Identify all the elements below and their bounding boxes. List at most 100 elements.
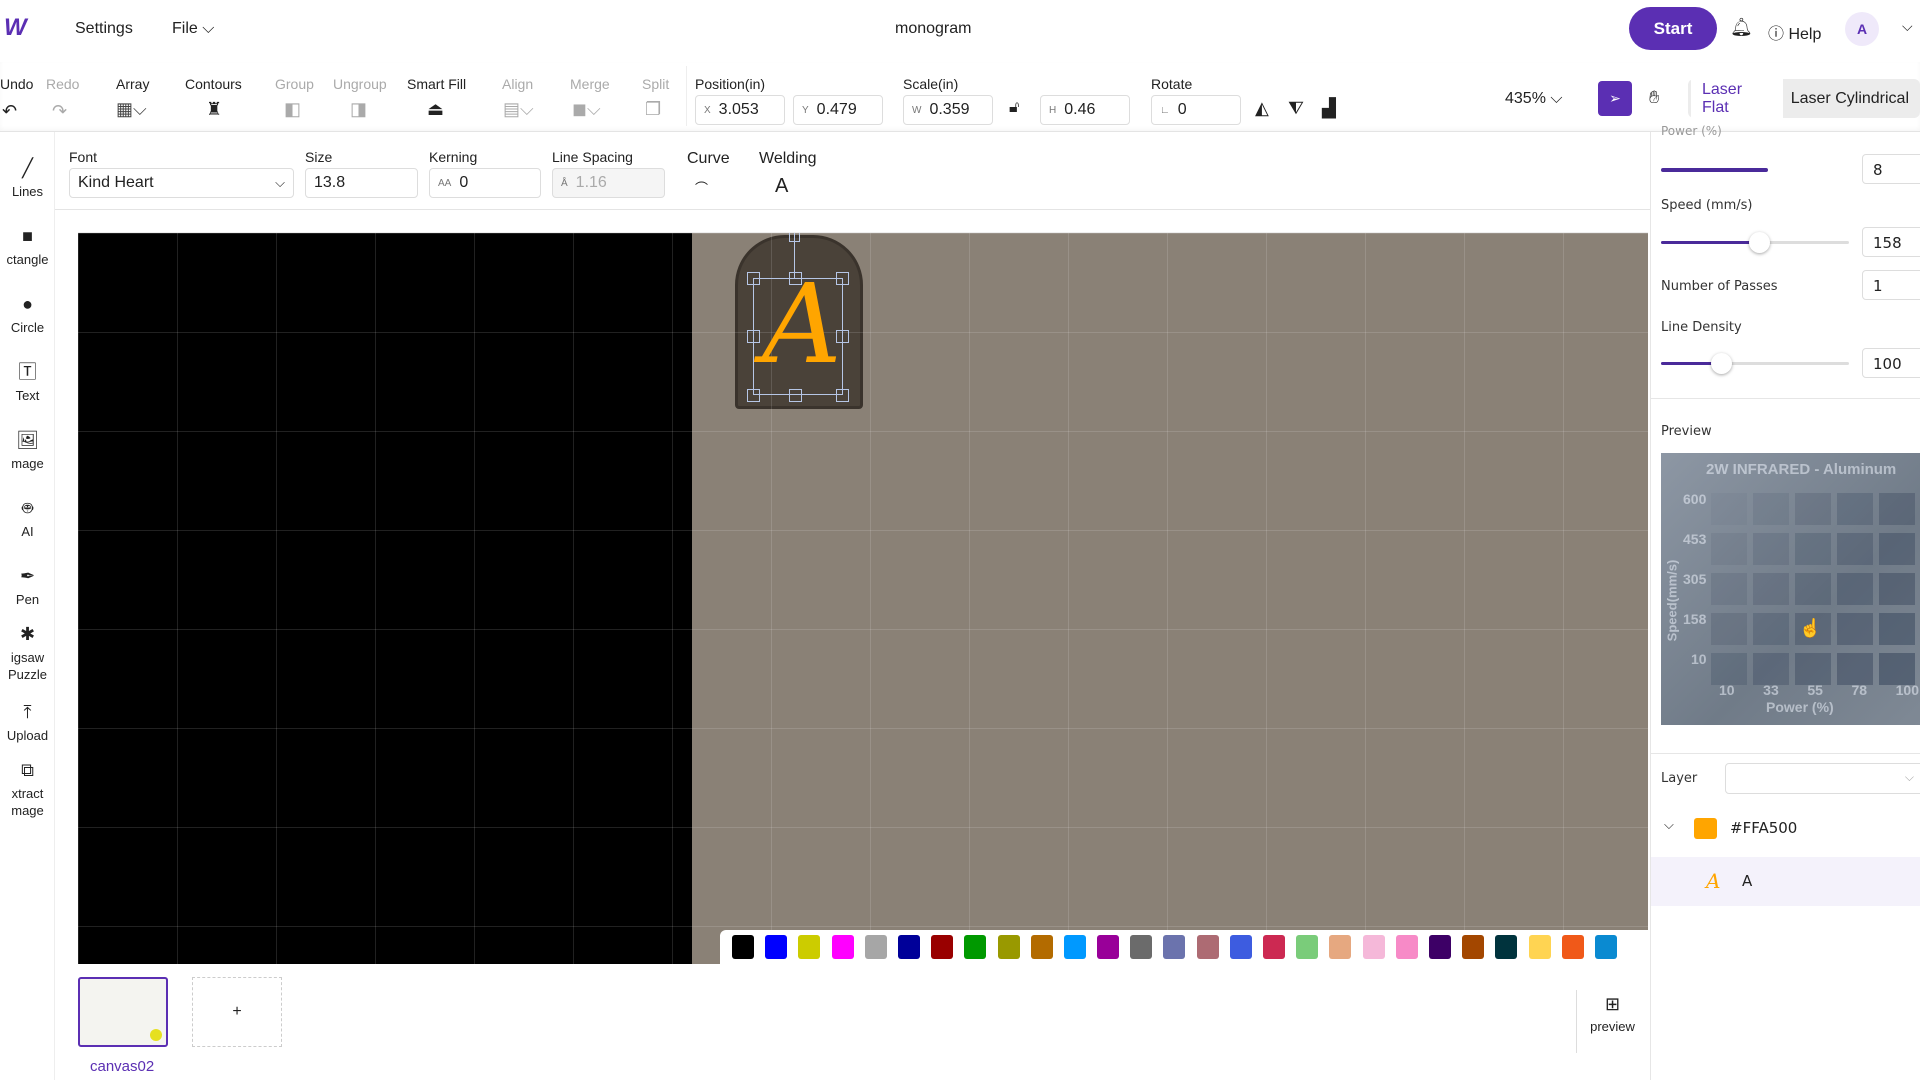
hand-icon[interactable]: ✋︎ — [1649, 88, 1659, 106]
resize-handle[interactable] — [836, 330, 849, 343]
settings-menu[interactable]: Settings — [75, 20, 133, 38]
group-icon[interactable]: ◧ — [284, 100, 301, 118]
sidebar-item-extract-image[interactable]: ⧉ xtract mage — [0, 761, 55, 819]
color-swatch[interactable] — [1163, 935, 1186, 959]
resize-handle[interactable] — [747, 389, 760, 402]
flip-horizontal-icon[interactable]: ◭ — [1255, 99, 1269, 117]
speed-slider[interactable] — [1661, 232, 1849, 253]
color-swatch[interactable] — [1263, 935, 1285, 959]
selection-box[interactable]: A — [753, 269, 843, 395]
color-swatch[interactable] — [798, 935, 821, 959]
chevron-down-icon[interactable]: ⌵ — [1902, 18, 1913, 35]
line-density-thumb[interactable] — [1711, 353, 1732, 374]
tab-laser-cylindrical[interactable]: Laser Cylindrical — [1783, 82, 1917, 116]
size-input[interactable]: 13.8 — [305, 168, 418, 198]
color-swatch[interactable] — [1063, 935, 1086, 959]
color-swatch[interactable] — [831, 935, 854, 959]
scale-w-input[interactable]: W 0.359 — [903, 95, 993, 125]
speed-slider-thumb[interactable] — [1749, 232, 1770, 253]
color-swatch[interactable] — [1495, 935, 1518, 959]
welding-icon[interactable]: A — [775, 175, 788, 198]
resize-handle[interactable] — [747, 272, 760, 285]
ungroup-icon[interactable]: ◨ — [350, 100, 367, 118]
color-swatch[interactable] — [897, 935, 920, 959]
split-icon[interactable]: ❐ — [645, 100, 661, 118]
file-menu[interactable]: File ⌵ — [172, 20, 214, 38]
color-swatch[interactable] — [997, 935, 1020, 959]
rotate-input[interactable]: ∟ 0 — [1151, 95, 1241, 125]
color-swatch[interactable] — [1097, 935, 1120, 959]
preview-button[interactable]: ⊞ preview — [1576, 990, 1648, 1053]
color-swatch[interactable] — [931, 935, 954, 959]
sidebar-item-rectangle[interactable]: ■ ctangle — [0, 227, 55, 268]
undo-icon[interactable]: ↶ — [2, 102, 17, 120]
align-icon[interactable]: ▤⌵ — [503, 100, 534, 118]
help-button[interactable]: ⓘ Help — [1768, 20, 1821, 44]
collapse-chevron-icon[interactable]: ⌵ — [1664, 818, 1674, 833]
color-swatch[interactable] — [1329, 935, 1352, 959]
color-swatch[interactable] — [1462, 935, 1485, 959]
color-swatch[interactable] — [1130, 935, 1153, 959]
select-tool-button[interactable]: ➢ — [1598, 81, 1632, 116]
color-swatch[interactable] — [1030, 935, 1053, 959]
passes-input[interactable]: 1 — [1862, 270, 1920, 300]
power-input[interactable]: 8 — [1862, 154, 1920, 184]
sidebar-item-circle[interactable]: ● Circle — [0, 295, 55, 336]
curve-icon[interactable]: ⌒ — [695, 178, 708, 197]
position-y-input[interactable]: Y 0.479 — [793, 95, 883, 125]
color-swatch[interactable] — [1428, 935, 1451, 959]
stamp-icon[interactable]: ⏏ — [427, 100, 444, 118]
merge-icon[interactable]: ◼⌵ — [572, 100, 601, 118]
layer-item-row[interactable]: A A — [1651, 857, 1920, 906]
align-bottom-icon[interactable]: ▟ — [1322, 99, 1336, 117]
resize-handle[interactable] — [836, 389, 849, 402]
array-icon[interactable]: ▦⌵ — [116, 100, 147, 118]
resize-handle[interactable] — [789, 389, 802, 402]
color-swatch[interactable] — [765, 935, 788, 959]
font-select[interactable]: Kind Heart ⌵ — [69, 168, 294, 198]
line-density-input[interactable]: 100 — [1862, 348, 1920, 378]
color-swatch[interactable] — [964, 935, 987, 959]
bell-icon[interactable]: 🔔︎ — [1730, 17, 1753, 38]
sidebar-item-lines[interactable]: ╱ Lines — [0, 159, 55, 200]
zoom-select[interactable]: 435% ⌵ — [1505, 90, 1563, 108]
line-density-slider[interactable] — [1661, 353, 1849, 374]
color-swatch[interactable] — [1296, 935, 1319, 959]
avatar[interactable]: A — [1845, 12, 1879, 46]
sidebar-item-pen[interactable]: ✒ Pen — [0, 567, 55, 608]
color-swatch[interactable] — [1362, 935, 1385, 959]
scale-h-input[interactable]: H 0.46 — [1040, 95, 1130, 125]
line-spacing-input[interactable]: Å 1.16 — [552, 168, 665, 198]
contours-icon[interactable]: ♜ — [206, 100, 222, 118]
color-swatch[interactable] — [1528, 935, 1551, 959]
kerning-input[interactable]: AA 0 — [429, 168, 541, 198]
resize-handle[interactable] — [747, 330, 760, 343]
resize-handle[interactable] — [836, 272, 849, 285]
sidebar-item-jigsaw-puzzle[interactable]: ✱ igsaw Puzzle — [0, 625, 55, 683]
add-canvas-button[interactable]: + — [192, 977, 282, 1047]
color-swatch[interactable] — [732, 935, 754, 959]
color-swatch[interactable] — [1594, 935, 1617, 959]
color-swatch[interactable] — [1395, 935, 1418, 959]
color-swatch[interactable] — [1196, 935, 1219, 959]
redo-icon[interactable]: ↷ — [52, 102, 67, 120]
selected-text-object[interactable]: A — [762, 269, 842, 379]
sidebar-item-ai[interactable]: 🤖︎ AI — [0, 499, 55, 540]
position-x-input[interactable]: X 3.053 — [695, 95, 785, 125]
color-swatch[interactable] — [1561, 935, 1584, 959]
tab-laser-flat[interactable]: Laser Flat — [1691, 72, 1783, 125]
rotate-handle[interactable] — [789, 233, 800, 242]
resize-handle[interactable] — [789, 272, 802, 285]
color-swatch[interactable] — [864, 935, 887, 959]
sidebar-item-image[interactable]: 🖼︎ mage — [0, 431, 55, 472]
power-slider[interactable] — [1661, 168, 1849, 172]
design-canvas[interactable]: A — [78, 233, 1648, 964]
sidebar-item-upload[interactable]: ⤒ Upload — [0, 703, 55, 744]
sidebar-item-text[interactable]: 🅃 Text — [0, 363, 55, 404]
layer-select[interactable]: ⌵ — [1725, 763, 1920, 794]
layer-color-swatch[interactable] — [1694, 818, 1717, 839]
canvas-thumbnail[interactable] — [78, 977, 168, 1047]
color-swatch[interactable] — [1229, 935, 1252, 959]
flip-vertical-icon[interactable]: ⧨ — [1288, 99, 1304, 117]
app-logo[interactable]: W — [4, 14, 32, 41]
